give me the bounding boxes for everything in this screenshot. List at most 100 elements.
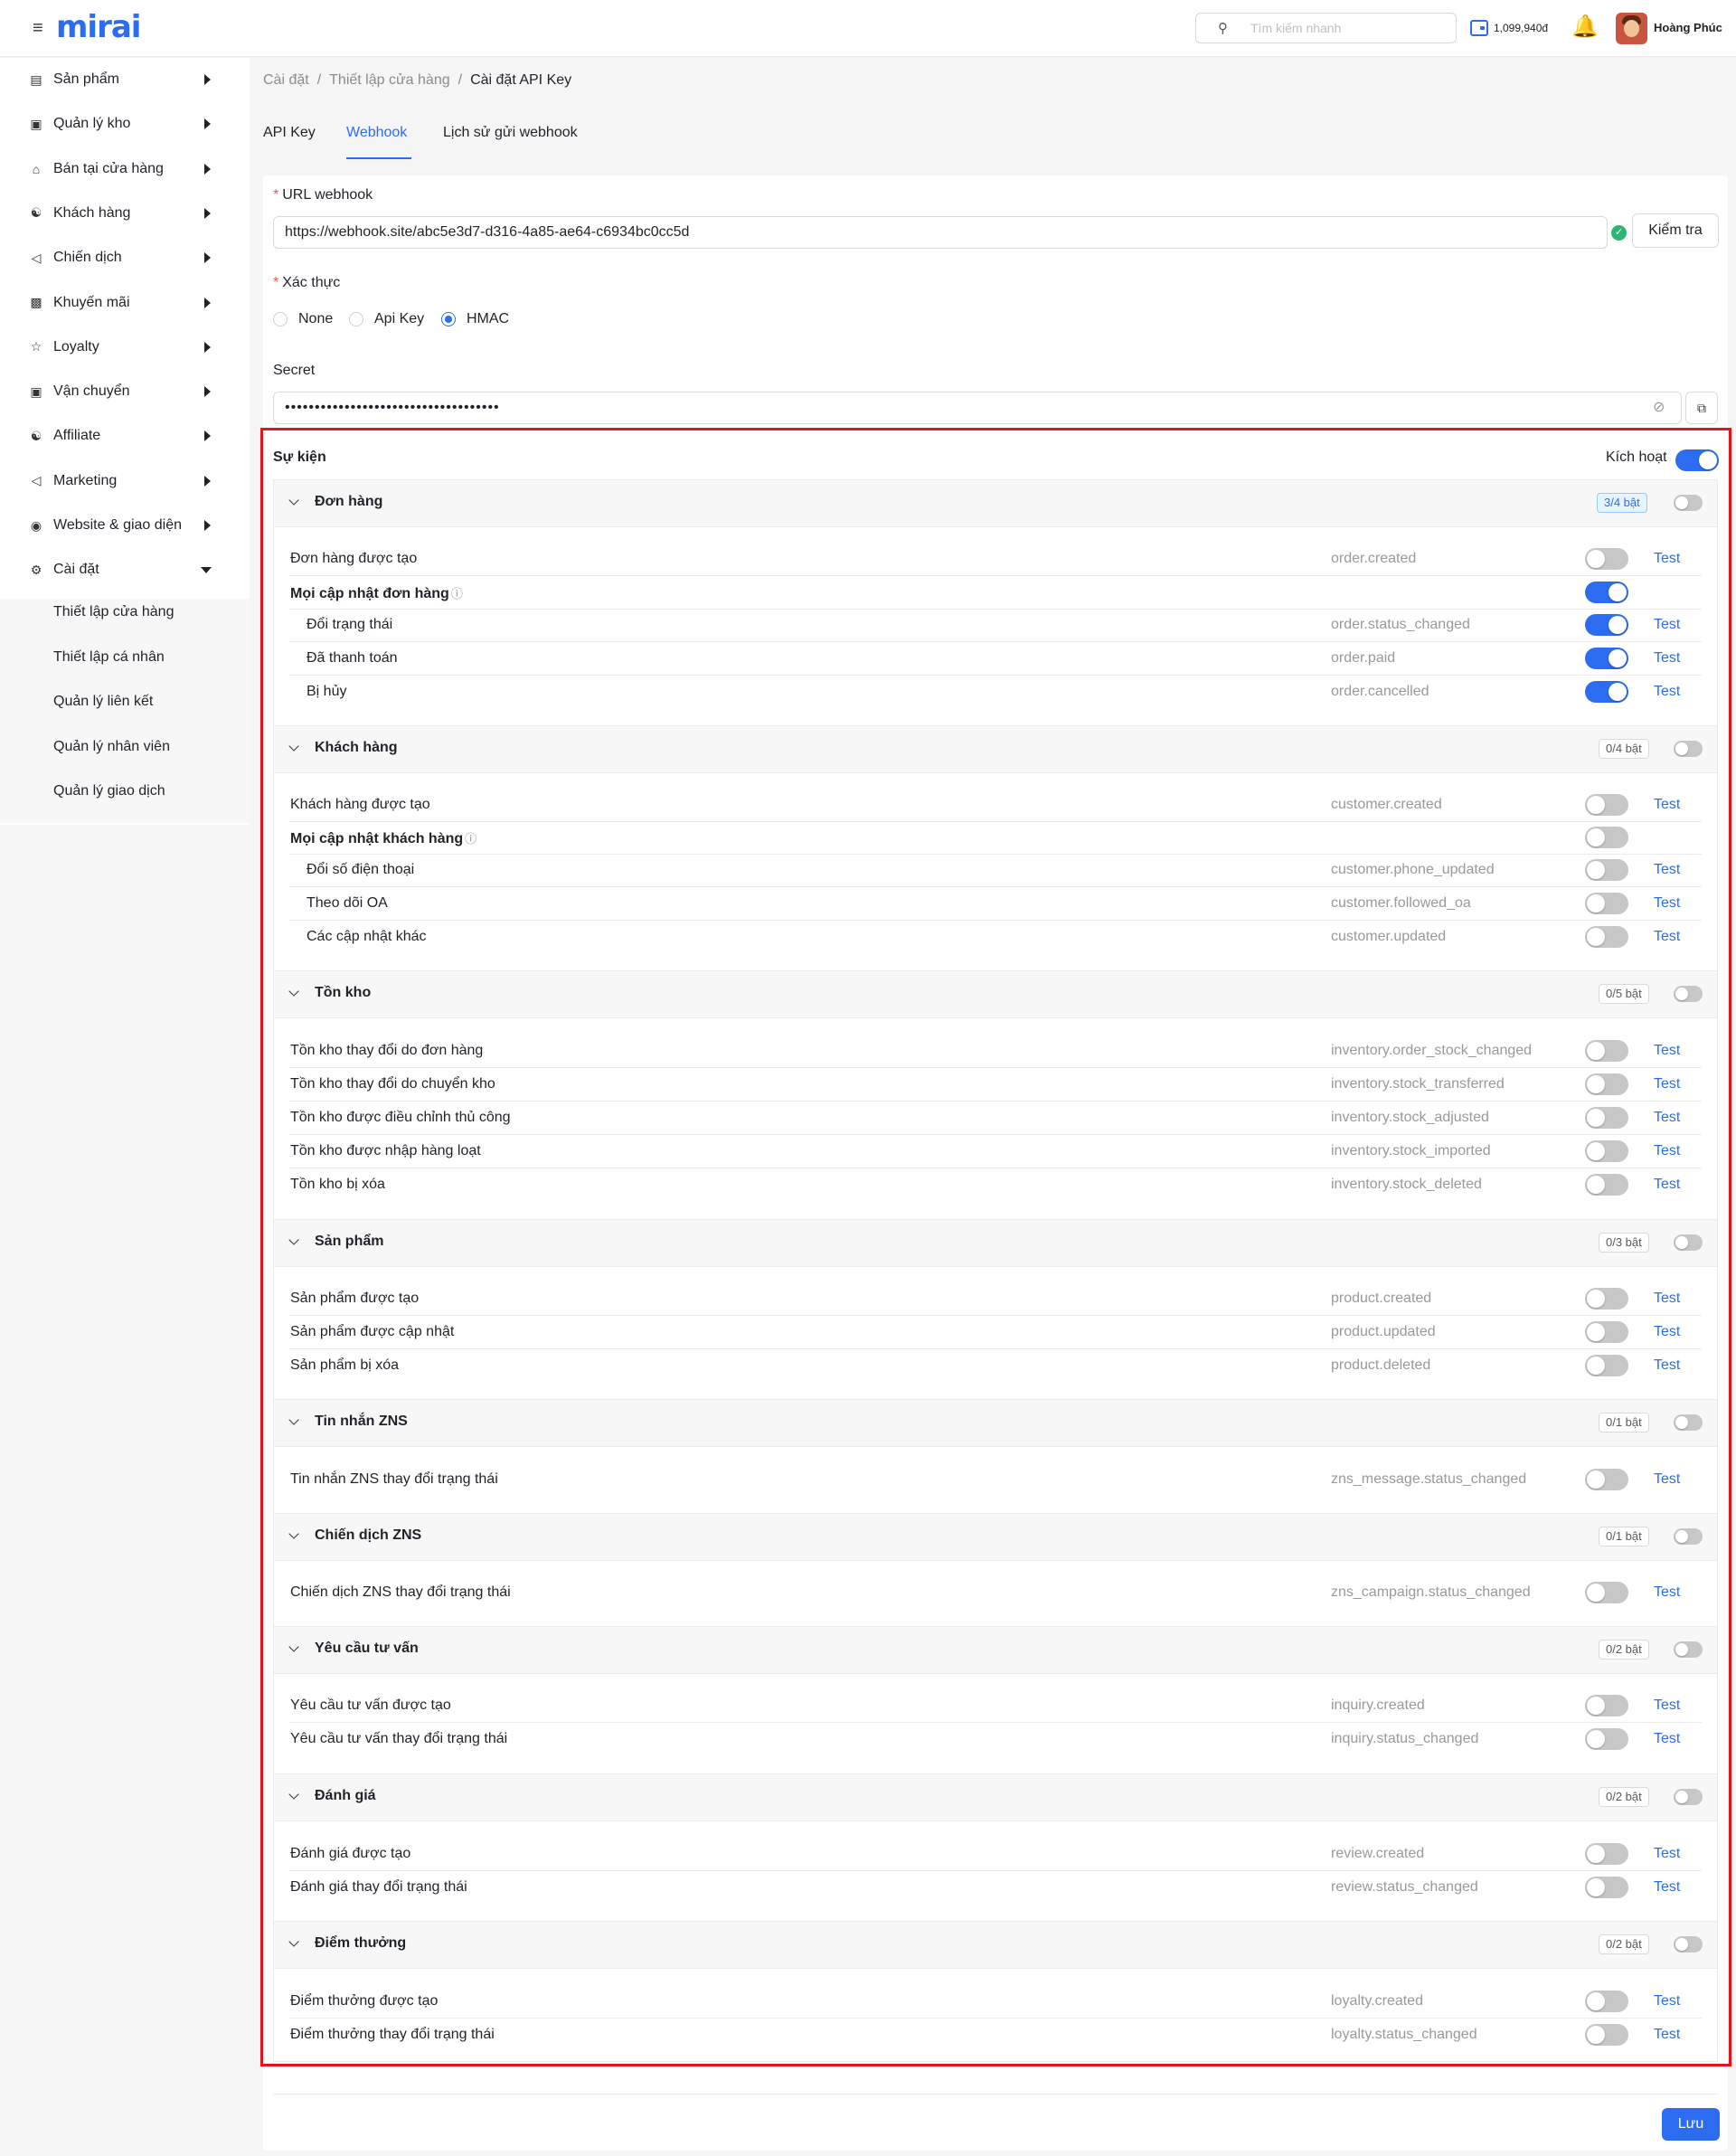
group-toggle[interactable] — [1674, 1936, 1703, 1953]
event-toggle[interactable] — [1585, 582, 1628, 603]
settings-subitem[interactable]: Thiết lập cá nhân — [53, 649, 165, 666]
copy-secret-button[interactable]: ⧉ — [1685, 392, 1718, 424]
test-event-link[interactable]: Test — [1654, 862, 1680, 878]
auth-radio-hmac[interactable]: HMAC — [441, 311, 509, 327]
event-group-header[interactable] — [274, 971, 1717, 1018]
event-toggle[interactable] — [1585, 1174, 1628, 1196]
group-toggle[interactable] — [1674, 741, 1703, 757]
test-event-link[interactable]: Test — [1654, 1584, 1680, 1601]
auth-radio-api-key[interactable]: Api Key — [349, 311, 424, 327]
event-group-header[interactable] — [274, 1220, 1717, 1267]
event-toggle[interactable] — [1585, 859, 1628, 881]
event-toggle[interactable] — [1585, 1040, 1628, 1062]
brand-logo[interactable]: mirai — [56, 9, 141, 45]
test-event-link[interactable]: Test — [1654, 1076, 1680, 1092]
event-toggle[interactable] — [1585, 1355, 1628, 1376]
test-event-link[interactable]: Test — [1654, 895, 1680, 912]
sidebar-item-3[interactable]: ⌂ Bán tại cửa hàng — [0, 147, 250, 191]
event-toggle[interactable] — [1585, 1582, 1628, 1603]
event-toggle[interactable] — [1585, 794, 1628, 816]
group-toggle[interactable] — [1674, 1789, 1703, 1805]
event-toggle[interactable] — [1585, 648, 1628, 669]
event-group-header[interactable] — [274, 1627, 1717, 1674]
event-toggle[interactable] — [1585, 1321, 1628, 1343]
test-event-link[interactable]: Test — [1654, 1731, 1680, 1747]
event-toggle[interactable] — [1585, 1877, 1628, 1898]
event-toggle[interactable] — [1585, 548, 1628, 570]
sidebar-item-8[interactable]: ▣ Vận chuyển — [0, 370, 250, 413]
event-toggle[interactable] — [1585, 1728, 1628, 1750]
event-group-header[interactable] — [274, 1922, 1717, 1969]
test-event-link[interactable]: Test — [1654, 1043, 1680, 1059]
settings-subitem[interactable]: Quản lý liên kết — [53, 694, 153, 710]
event-toggle[interactable] — [1585, 1107, 1628, 1129]
tab-webhook[interactable]: Webhook — [346, 125, 407, 141]
test-event-link[interactable]: Test — [1654, 684, 1680, 700]
event-toggle[interactable] — [1585, 893, 1628, 914]
settings-subitem[interactable]: Thiết lập cửa hàng — [53, 604, 174, 620]
test-event-link[interactable]: Test — [1654, 797, 1680, 813]
group-toggle[interactable] — [1674, 1528, 1703, 1545]
sidebar-item-9[interactable]: ☯ Affiliate — [0, 414, 250, 458]
event-toggle[interactable] — [1585, 1073, 1628, 1095]
tab-webhook-history[interactable]: Lịch sử gửi webhook — [443, 125, 578, 141]
test-event-link[interactable]: Test — [1654, 617, 1680, 633]
user-name[interactable]: Hoàng Phúc — [1654, 21, 1722, 34]
sidebar-item-2[interactable]: ▣ Quản lý kho — [0, 102, 250, 146]
test-event-link[interactable]: Test — [1654, 551, 1680, 567]
event-group-header[interactable] — [274, 1514, 1717, 1561]
auth-radio-none[interactable]: None — [273, 311, 333, 327]
test-event-link[interactable]: Test — [1654, 1471, 1680, 1488]
events-active-toggle[interactable] — [1675, 449, 1719, 471]
test-event-link[interactable]: Test — [1654, 1993, 1680, 2009]
test-event-link[interactable]: Test — [1654, 929, 1680, 945]
sidebar-item-4[interactable]: ☯ Khách hàng — [0, 192, 250, 235]
event-toggle[interactable] — [1585, 2024, 1628, 2046]
test-event-link[interactable]: Test — [1654, 1324, 1680, 1340]
test-event-link[interactable]: Test — [1654, 1357, 1680, 1374]
group-toggle[interactable] — [1674, 1234, 1703, 1251]
event-group-header[interactable] — [274, 1400, 1717, 1447]
test-event-link[interactable]: Test — [1654, 2027, 1680, 2043]
quick-search[interactable]: ⚲ — [1195, 13, 1457, 43]
test-event-link[interactable]: Test — [1654, 650, 1680, 667]
tab-api-key[interactable]: API Key — [263, 125, 316, 141]
sidebar-item-12[interactable]: ⚙ Cài đặt — [0, 548, 250, 591]
event-group-header[interactable] — [274, 726, 1717, 773]
event-group-header[interactable] — [274, 1774, 1717, 1821]
group-toggle[interactable] — [1674, 1641, 1703, 1658]
sidebar-item-11[interactable]: ◉ Website & giao diện — [0, 504, 250, 547]
event-toggle[interactable] — [1585, 1140, 1628, 1162]
radio-circle-selected[interactable] — [441, 312, 456, 326]
radio-circle[interactable] — [349, 312, 363, 326]
bell-icon[interactable]: 🔔 — [1571, 14, 1599, 40]
event-toggle[interactable] — [1585, 1288, 1628, 1310]
sidebar-item-7[interactable]: ☆ Loyalty — [0, 326, 250, 369]
event-toggle[interactable] — [1585, 1469, 1628, 1490]
sidebar-item-1[interactable]: ▤ Sản phẩm — [0, 58, 250, 101]
test-event-link[interactable]: Test — [1654, 1846, 1680, 1862]
breadcrumb-item[interactable]: Thiết lập cửa hàng — [329, 72, 449, 88]
sidebar-item-6[interactable]: ▩ Khuyến mãi — [0, 281, 250, 325]
group-toggle[interactable] — [1674, 495, 1703, 511]
radio-circle[interactable] — [273, 312, 288, 326]
test-event-link[interactable]: Test — [1654, 1110, 1680, 1126]
group-toggle[interactable] — [1674, 986, 1703, 1002]
user-avatar[interactable] — [1616, 13, 1647, 44]
wallet-balance[interactable]: 1,099,940đ — [1470, 17, 1548, 39]
hamburger-menu-icon[interactable]: ≡ — [33, 18, 43, 39]
check-url-button[interactable]: Kiểm tra — [1632, 213, 1719, 248]
event-toggle[interactable] — [1585, 926, 1628, 948]
sidebar-item-5[interactable]: ◁ Chiến dịch — [0, 236, 250, 279]
sidebar-item-10[interactable]: ◁ Marketing — [0, 459, 250, 503]
save-button[interactable]: Lưu — [1662, 2108, 1720, 2141]
test-event-link[interactable]: Test — [1654, 1291, 1680, 1307]
test-event-link[interactable]: Test — [1654, 1879, 1680, 1896]
event-toggle[interactable] — [1585, 614, 1628, 636]
search-input[interactable] — [1250, 19, 1445, 37]
test-event-link[interactable]: Test — [1654, 1177, 1680, 1193]
event-toggle[interactable] — [1585, 1843, 1628, 1865]
breadcrumb-item[interactable]: Cài đặt — [263, 72, 309, 88]
event-toggle[interactable] — [1585, 827, 1628, 848]
event-group-header[interactable] — [274, 480, 1717, 527]
